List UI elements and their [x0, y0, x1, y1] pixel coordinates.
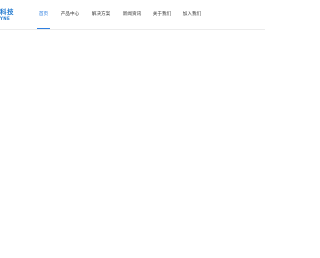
nav-item-home[interactable]: 首页 — [37, 0, 50, 29]
nav-item-products[interactable]: 产品中心 — [59, 0, 81, 29]
main-content-area — [0, 30, 265, 258]
nav-item-join[interactable]: 加入我们 — [181, 0, 203, 29]
main-nav: 首页 产品中心 解决方案 新闻资讯 关于我们 加入我们 — [0, 0, 265, 29]
nav-item-about[interactable]: 关于我们 — [151, 0, 173, 29]
active-nav-underline — [37, 28, 50, 29]
page: 科技 YNE 首页 产品中心 解决方案 新闻资讯 关于我们 加入我们 — [0, 0, 265, 258]
nav-item-solutions[interactable]: 解决方案 — [90, 0, 112, 29]
nav-item-news[interactable]: 新闻资讯 — [121, 0, 143, 29]
top-header: 科技 YNE 首页 产品中心 解决方案 新闻资讯 关于我们 加入我们 — [0, 0, 265, 30]
